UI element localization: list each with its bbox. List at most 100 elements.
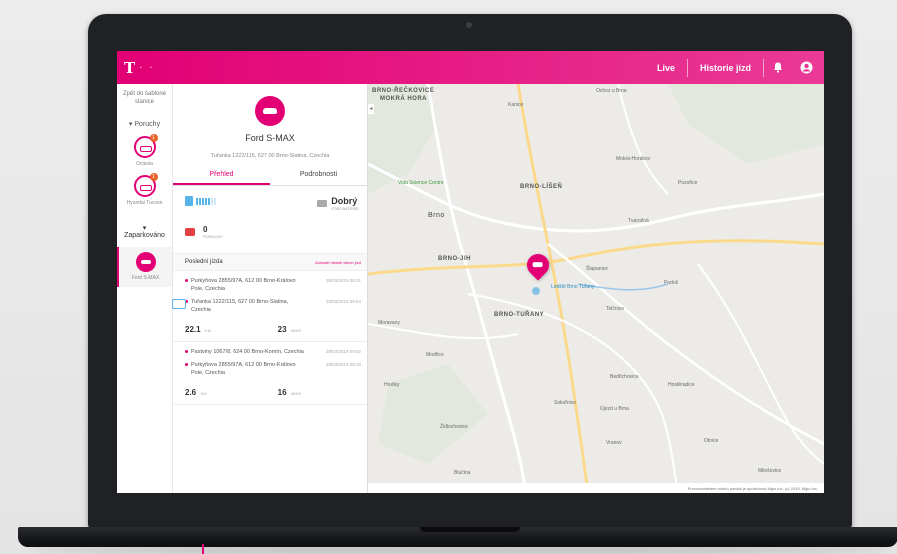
fuel-bar <box>208 197 210 205</box>
laptop-notch <box>420 527 520 532</box>
webcam <box>466 22 472 28</box>
vehicle-address: Tuřanka 1222/115, 627 00 Brno-Slatina, C… <box>210 153 330 159</box>
map-label: Telčnice <box>606 306 625 312</box>
fuel-bars <box>196 197 216 205</box>
detail-tabs: Přehled Podrobnosti <box>173 167 367 186</box>
trip-duration: 16 <box>277 388 287 397</box>
nav-section-parked[interactable]: ▾ Zaparkováno <box>117 224 172 239</box>
nav-section-faults[interactable]: ▾ Poruchy <box>117 120 172 128</box>
map-label: Mokrá-Horákov <box>616 156 651 162</box>
trip-end-address: Tuřanka 1222/115, 627 00 Brno-Slatina, C… <box>185 298 305 314</box>
map-label: BRNO-LÍŠEŇ <box>520 184 563 190</box>
trip-distance-unit: KM <box>200 391 207 396</box>
nav-car-label: Ford S-MAX <box>131 275 160 281</box>
trip-distance-unit: KM <box>205 328 212 333</box>
top-bar: T · · Live Historie jízd <box>117 51 824 84</box>
fuel-gauge <box>185 196 216 206</box>
map-label: Bedřichovice <box>610 374 639 380</box>
map-label: Letiště Brno Tuřany <box>551 284 595 290</box>
fault-count: 0 <box>203 225 208 234</box>
map-label: Blučina <box>454 470 471 476</box>
trip-start-time: 28/03/2019 09:31 <box>325 278 361 283</box>
car-filled-icon <box>135 252 156 272</box>
car-outline-icon: 1 <box>133 173 158 197</box>
fuel-bar <box>214 197 216 205</box>
battery-status: Dobrý STAV BATERIE <box>317 196 359 211</box>
trip-duration-unit: MINS <box>291 328 301 333</box>
map-label: Brno <box>428 212 445 219</box>
trip-summary: 2.6 KM 16 MINS <box>185 382 361 400</box>
map-label: Podoli <box>664 280 678 286</box>
map-label: Židlochovice <box>440 424 468 430</box>
map-label: Hostěradice <box>668 382 695 388</box>
vehicle-detail-panel: Ford S-MAX Tuřanka 1222/115, 627 00 Brno… <box>173 84 368 493</box>
car-fault-icon <box>185 228 195 236</box>
trip-start: Pastviny 1067/8, 624 00 Brno-Komín, Czec… <box>185 348 361 356</box>
map-label: Pozořice <box>678 180 698 186</box>
nav-car-item[interactable]: 1 Octavia <box>117 134 172 167</box>
panel-toggle-icon[interactable] <box>172 299 186 309</box>
trip-duration-unit: MINS <box>291 391 301 396</box>
map-view[interactable]: ◂ BRNO-ŘEČKOVICE MOKRÁ HORA Brno BRNO-LÍ… <box>368 84 824 493</box>
fuel-bar <box>196 197 198 205</box>
back-link[interactable]: Zpět do šabloné stanice <box>117 84 172 106</box>
trip-duration: 23 <box>277 325 287 334</box>
map-label: Modřice <box>426 352 444 358</box>
map-label: Otnice <box>704 438 719 444</box>
top-nav: Live Historie jízd <box>645 58 824 77</box>
fault-badge: 1 <box>149 173 158 181</box>
map-label: Ochoz u Brna <box>596 88 627 94</box>
battery-value: Dobrý <box>331 196 358 206</box>
map-label: BRNO-TUŘANY <box>494 312 545 318</box>
battery-label: STAV BATERIE <box>331 206 359 211</box>
tab-details[interactable]: Podrobnosti <box>270 167 367 185</box>
trip-item[interactable]: Purkyňova 2855/97A, 612 00 Brno-Královo … <box>173 271 367 342</box>
map-label: Milešovice <box>758 468 782 474</box>
trip-start-time: 28/03/2019 09:02 <box>325 349 361 354</box>
vehicle-stats: Dobrý STAV BATERIE <box>173 186 367 211</box>
fuel-bar <box>205 197 207 205</box>
bell-icon[interactable] <box>770 60 786 76</box>
nav-car-item-active[interactable]: Ford S-MAX <box>117 247 172 287</box>
car-avatar-icon <box>255 96 285 126</box>
nav-section-label: Poruchy <box>134 121 161 128</box>
trip-end-time: 28/03/2019 09:18 <box>325 362 361 367</box>
fault-status: 0 PORUCHY <box>173 211 367 239</box>
map-label: Vranov <box>606 440 622 446</box>
map-label: Kanice <box>508 102 524 108</box>
fault-badge: 1 <box>149 134 158 142</box>
brand-logo-dots: · · <box>139 62 155 73</box>
map-collapse-toggle[interactable]: ◂ <box>368 104 374 114</box>
map-label: MOKRÁ HORA <box>380 96 427 102</box>
trips-history-link[interactable]: Zobrazit historii všech jízd <box>315 260 361 265</box>
trip-end: Purkyňova 2855/97A, 612 00 Brno-Královo … <box>185 361 361 377</box>
tab-overview[interactable]: Přehled <box>173 167 270 185</box>
nav-divider <box>763 58 764 77</box>
car-outline-icon: 1 <box>133 134 158 158</box>
account-icon[interactable] <box>798 60 814 76</box>
left-nav: Zpět do šabloné stanice ▾ Poruchy 1 Octa… <box>117 84 173 493</box>
map-label: BRNO-ŘEČKOVICE <box>372 88 435 94</box>
trip-end-address: Purkyňova 2855/97A, 612 00 Brno-Královo … <box>185 361 305 377</box>
trip-summary: 22.1 KM 23 MINS <box>185 319 361 337</box>
brand-logo[interactable]: T <box>124 59 136 77</box>
trip-start-address: Pastviny 1067/8, 624 00 Brno-Komín, Czec… <box>185 348 305 356</box>
map-label: Tvarožná <box>628 218 649 224</box>
pink-accent-mark <box>202 544 204 554</box>
map-label: Vida Science Centre <box>398 180 444 186</box>
laptop-bezel: T · · Live Historie jízd Zpět do šabloné… <box>88 14 852 530</box>
nav-car-label: Hyundai Tucson <box>126 200 163 206</box>
nav-car-label: Octavia <box>136 161 153 167</box>
trip-item[interactable]: Pastviny 1067/8, 624 00 Brno-Komín, Czec… <box>173 342 367 405</box>
nav-live-link[interactable]: Live <box>645 63 687 73</box>
map-label: BRNO-JIH <box>438 256 472 262</box>
fuel-bar <box>211 197 213 205</box>
nav-car-item[interactable]: 1 Hyundai Tucson <box>117 173 172 206</box>
fault-label: PORUCHY <box>203 234 224 239</box>
trip-distance: 22.1 <box>185 325 201 334</box>
fuel-icon <box>185 196 193 206</box>
nav-history-link[interactable]: Historie jízd <box>688 63 763 73</box>
battery-icon <box>317 200 328 207</box>
laptop-stage: T · · Live Historie jízd Zpět do šabloné… <box>0 0 897 554</box>
app-screen: T · · Live Historie jízd Zpět do šabloné… <box>117 51 824 493</box>
